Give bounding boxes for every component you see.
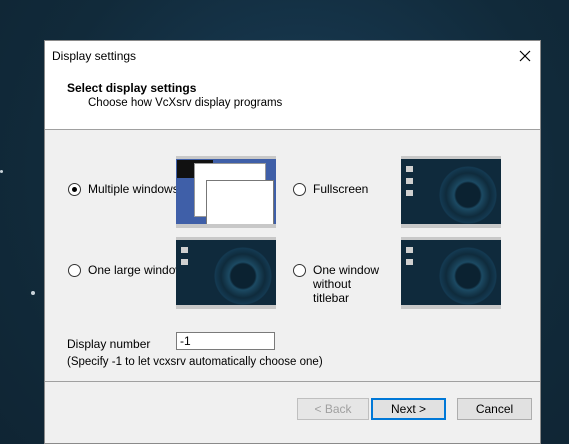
option-multiple-windows[interactable]: Multiple windows	[68, 182, 179, 196]
preview-wallpaper	[439, 166, 497, 224]
cancel-button[interactable]: Cancel	[457, 398, 532, 420]
footer-divider	[45, 381, 540, 382]
preview-wallpaper	[439, 247, 497, 305]
display-number-hint: (Specify -1 to let vcxsrv automatically …	[67, 356, 323, 368]
page-subtitle: Choose how VcXsrv display programs	[88, 97, 283, 109]
preview-multiple-windows	[176, 156, 276, 228]
preview-wallpaper	[214, 247, 272, 305]
page-title: Select display settings	[67, 81, 197, 95]
next-button[interactable]: Next >	[371, 398, 446, 420]
option-label: Multiple windows	[88, 182, 179, 196]
preview-desktop-icon	[406, 166, 413, 172]
preview-window	[206, 180, 274, 226]
option-label: One large window	[88, 263, 185, 277]
preview-desktop-icon	[406, 190, 413, 196]
back-button[interactable]: < Back	[297, 398, 369, 420]
radio-one-window-without-titlebar[interactable]	[293, 264, 306, 277]
desktop-dot	[0, 170, 3, 173]
window-title: Display settings	[52, 49, 137, 63]
display-number-input[interactable]	[176, 332, 275, 350]
preview-panel	[401, 156, 501, 159]
close-button[interactable]	[510, 41, 540, 71]
display-settings-dialog: Display settings Select display settings…	[44, 40, 541, 444]
radio-multiple-windows[interactable]	[68, 183, 81, 196]
option-label: Fullscreen	[313, 182, 369, 196]
preview-one-window-without-titlebar	[401, 237, 501, 309]
wizard-header: Select display settings Choose how VcXsr…	[45, 71, 540, 130]
option-fullscreen[interactable]: Fullscreen	[293, 182, 368, 196]
preview-taskbar	[176, 224, 276, 228]
option-one-large-window[interactable]: One large window	[68, 263, 184, 277]
title-bar: Display settings	[45, 41, 540, 71]
close-icon	[519, 50, 531, 62]
radio-one-large-window[interactable]	[68, 264, 81, 277]
preview-panel	[176, 156, 276, 159]
preview-panel	[401, 237, 501, 240]
preview-taskbar	[401, 305, 501, 309]
preview-desktop-icon	[406, 259, 413, 265]
display-number-label: Display number	[67, 337, 151, 351]
preview-taskbar	[401, 224, 501, 228]
preview-one-large-window	[176, 237, 276, 309]
preview-desktop-icon	[181, 247, 188, 253]
option-one-window-without-titlebar[interactable]: One window without titlebar	[293, 263, 383, 305]
preview-taskbar	[176, 305, 276, 309]
preview-desktop-icon	[406, 247, 413, 253]
preview-desktop-icon	[406, 178, 413, 184]
preview-panel	[176, 237, 276, 240]
preview-desktop-icon	[181, 259, 188, 265]
radio-fullscreen[interactable]	[293, 183, 306, 196]
preview-fullscreen	[401, 156, 501, 228]
option-label: One window without titlebar	[313, 263, 380, 305]
desktop-dot	[31, 291, 35, 295]
